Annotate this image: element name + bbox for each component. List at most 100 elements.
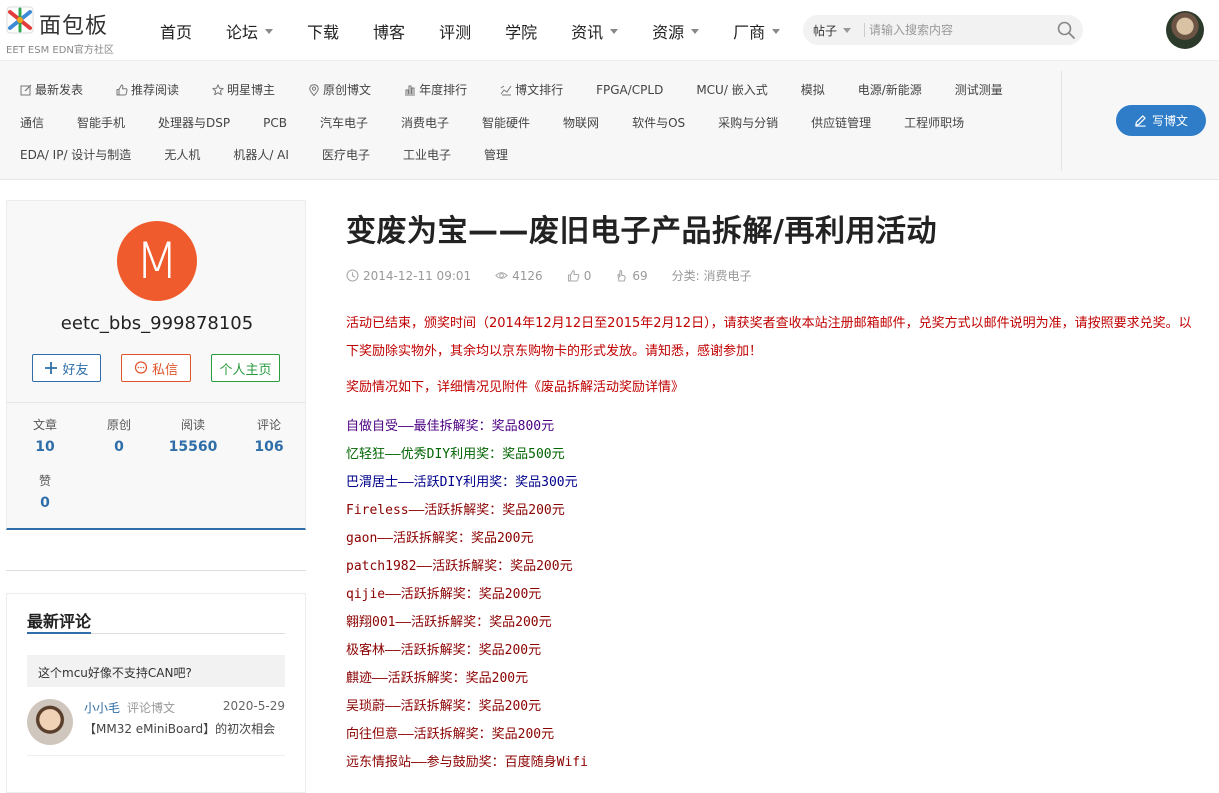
category-link[interactable]: 智能硬件 xyxy=(482,114,530,131)
nav-item[interactable]: 资源 xyxy=(652,19,700,43)
category-row-3: EDA/ IP/ 设计与制造 无人机 机器人/ AI 医疗电子 工业电子 管理 xyxy=(20,146,541,163)
search-input[interactable] xyxy=(869,20,1049,40)
category-link[interactable]: 推荐阅读 xyxy=(116,81,179,98)
nav-item[interactable]: 博客 xyxy=(373,19,405,43)
author-profile-card: M eetc_bbs_999878105 好友 私信 个人主页 文章 10 原创 0 阅… xyxy=(6,200,306,530)
category-link[interactable]: 管理 xyxy=(484,146,508,163)
article-likes[interactable]: 0 xyxy=(567,267,591,284)
thumb-icon xyxy=(116,84,128,95)
category-link[interactable]: 最新发表 xyxy=(20,81,83,98)
commenter-avatar[interactable] xyxy=(27,699,73,745)
article-date-text: 2014-12-11 09:01 xyxy=(363,268,472,283)
article-body: 活动已结束，颁奖时间（2014年12月12日至2015年2月12日），请获奖者查… xyxy=(346,310,1204,777)
main-nav: 首页 论坛 下载 博客 评测 学院 资讯 资源 厂商 xyxy=(160,19,814,43)
nav-item[interactable]: 学院 xyxy=(505,19,537,43)
category-link[interactable]: 软件与OS xyxy=(632,114,685,131)
stat-item: 原创 0 xyxy=(89,416,149,455)
author-username[interactable]: eetc_bbs_999878105 xyxy=(7,313,307,334)
nav-item-label: 首页 xyxy=(160,23,193,42)
category-link[interactable]: FPGA/CPLD xyxy=(596,81,663,98)
message-label: 私信 xyxy=(151,362,178,378)
stat-label: 文章 xyxy=(32,418,57,432)
pencil-icon xyxy=(1135,115,1146,127)
search-separator xyxy=(864,23,865,37)
site-logo[interactable]: 面包板 EET ESM EDN官方社区 xyxy=(6,4,116,56)
category-link[interactable]: 模拟 xyxy=(801,81,825,98)
write-blog-button[interactable]: 写博文 xyxy=(1116,105,1206,136)
nav-item[interactable]: 首页 xyxy=(160,19,192,43)
category-link[interactable]: 处理器与DSP xyxy=(158,114,230,131)
category-label: 工业电子 xyxy=(402,148,451,162)
winner-line: 巴渭居士——活跃DIY利用奖：奖品300元 xyxy=(346,475,578,490)
category-link[interactable]: 智能手机 xyxy=(77,114,125,131)
homepage-button[interactable]: 个人主页 xyxy=(211,354,280,382)
nav-item[interactable]: 资讯 xyxy=(571,19,619,43)
nav-item-label: 学院 xyxy=(505,23,538,42)
category-link[interactable]: 测试测量 xyxy=(955,81,1003,98)
star-icon xyxy=(212,83,224,95)
author-avatar[interactable]: M xyxy=(117,221,197,301)
category-link[interactable]: 无人机 xyxy=(164,146,200,163)
category-link[interactable]: 医疗电子 xyxy=(322,146,370,163)
search-icon[interactable] xyxy=(1057,21,1075,39)
category-link[interactable]: 年度排行 xyxy=(404,81,467,98)
chevron-down-icon xyxy=(610,28,619,34)
category-label: FPGA/CPLD xyxy=(596,82,664,97)
category-link[interactable]: 电源/新能源 xyxy=(858,81,922,98)
nav-item[interactable]: 评测 xyxy=(439,19,471,43)
homepage-label: 个人主页 xyxy=(219,362,272,378)
nav-item-label: 下载 xyxy=(307,23,340,42)
category-link[interactable]: 通信 xyxy=(20,114,44,131)
commenter-name[interactable]: 小小毛 xyxy=(84,699,120,716)
category-link[interactable]: PCB xyxy=(263,114,287,131)
article-favorites[interactable]: 69 xyxy=(615,267,648,284)
category-link[interactable]: 消费电子 xyxy=(401,114,449,131)
chevron-down-icon xyxy=(265,28,274,34)
rank-icon xyxy=(405,85,416,95)
category-link[interactable]: 机器人/ AI xyxy=(233,146,289,163)
category-link[interactable]: EDA/ IP/ 设计与制造 xyxy=(20,146,131,163)
chevron-down-icon xyxy=(691,28,700,34)
category-label: 电源/新能源 xyxy=(857,83,922,97)
nav-item[interactable]: 厂商 xyxy=(733,19,781,43)
stat-label: 评论 xyxy=(256,418,281,432)
winner-line: gaon——活跃拆解奖：奖品200元 xyxy=(346,531,534,546)
category-link[interactable]: 工程师职场 xyxy=(904,114,964,131)
article-meta: 2014-12-11 09:01 4126 0 69 分类: 消费电子 xyxy=(346,267,751,284)
nav-item[interactable]: 下载 xyxy=(307,19,339,43)
latest-comments-title: 最新评论 xyxy=(27,612,92,631)
edit-icon xyxy=(20,84,32,95)
category-link[interactable]: 物联网 xyxy=(563,114,599,131)
comment-article-link[interactable]: 【MM32 eMiniBoard】的初次相会 xyxy=(84,720,275,737)
hand-icon xyxy=(617,269,626,282)
category-link[interactable]: 汽车电子 xyxy=(320,114,368,131)
category-link[interactable]: 原创博文 xyxy=(308,81,371,98)
latest-comments-panel: 最新评论 这个mcu好像不支持CAN吧? 小小毛 评论博文 2020-5-29 … xyxy=(6,593,306,793)
message-button[interactable]: 私信 xyxy=(121,354,191,382)
nav-item[interactable]: 论坛 xyxy=(226,19,274,43)
category-link[interactable]: 采购与分销 xyxy=(718,114,778,131)
category-bar: 最新发表 推荐阅读 明星博主 原创博文 年度排行 博文排行 FPGA/CPLD MCU/ 嵌入… xyxy=(0,60,1219,180)
add-friend-button[interactable]: 好友 xyxy=(32,354,101,382)
category-label: 无人机 xyxy=(164,148,201,162)
category-link[interactable]: 博文排行 xyxy=(500,81,563,98)
winner-list: 自做自受——最佳拆解奖：奖品800元 忆轻狂——优秀DIY利用奖：奖品500元 巴渭… xyxy=(346,413,1204,777)
article-views-count: 4126 xyxy=(512,268,543,283)
category-link[interactable]: 供应链管理 xyxy=(811,114,871,131)
comment-quote[interactable]: 这个mcu好像不支持CAN吧? xyxy=(27,655,285,687)
article-category[interactable]: 分类: 消费电子 xyxy=(672,267,752,284)
chevron-down-icon xyxy=(843,28,852,33)
stat-item: 评论 106 xyxy=(239,416,299,455)
comment-action: 评论博文 xyxy=(127,701,176,715)
winner-line: 吴琐蔚——活跃拆解奖：奖品200元 xyxy=(346,699,542,714)
search-type-select[interactable]: 帖子 xyxy=(813,22,852,39)
stat-label: 阅读 xyxy=(180,418,205,432)
plus-icon xyxy=(45,362,58,374)
category-link[interactable]: 工业电子 xyxy=(403,146,451,163)
category-link[interactable]: 明星博主 xyxy=(212,81,275,98)
category-label: MCU/ 嵌入式 xyxy=(696,83,768,97)
category-link[interactable]: MCU/ 嵌入式 xyxy=(696,81,767,98)
article-date: 2014-12-11 09:01 xyxy=(346,267,471,284)
stat-value: 15560 xyxy=(168,439,218,455)
user-avatar[interactable] xyxy=(1166,11,1204,49)
